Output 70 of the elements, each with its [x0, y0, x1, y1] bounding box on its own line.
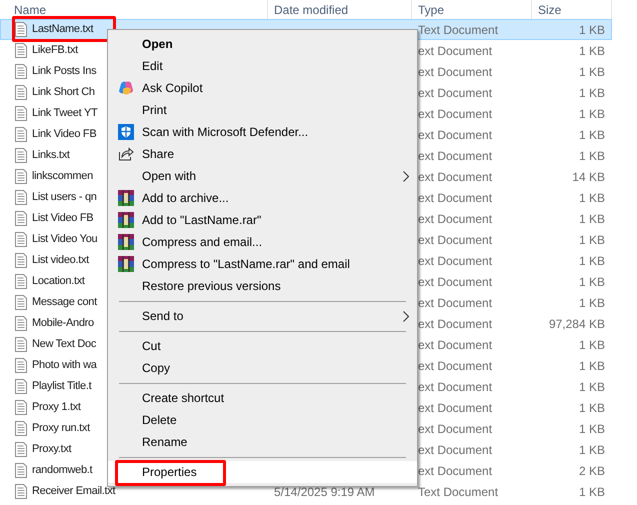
- file-name: Playlist Title.t: [32, 379, 92, 394]
- size-cell: 1 KB: [578, 400, 605, 414]
- type-cell: ext Document: [418, 380, 492, 394]
- file-name: Proxy 1.txt: [32, 400, 81, 416]
- type-cell: ext Document: [418, 64, 492, 78]
- size-cell: 97,284 KB: [548, 316, 605, 330]
- file-name: List Video FB: [32, 211, 94, 226]
- type-cell: ext Document: [418, 190, 492, 204]
- file-name: Link Video FB: [32, 127, 96, 142]
- file-name: Photo with wa: [32, 358, 97, 374]
- file-name: LikeFB.txt: [32, 43, 78, 58]
- type-cell: ext Document: [418, 254, 492, 268]
- size-cell: 14 KB: [572, 170, 605, 184]
- size-cell: 1 KB: [578, 64, 605, 78]
- file-name: Receiver Email.txt: [32, 484, 116, 500]
- file-name: New Text Doc: [32, 337, 96, 352]
- file-name: List users - qn: [32, 190, 97, 206]
- date-cell: 5/14/2025 9:19 AM: [274, 484, 375, 498]
- size-cell: 1 KB: [578, 442, 605, 456]
- type-cell: ext Document: [418, 86, 492, 100]
- type-cell: ext Document: [418, 422, 492, 436]
- file-name: List Video You: [32, 232, 98, 248]
- type-cell: ext Document: [418, 212, 492, 226]
- size-cell: 1 KB: [578, 274, 605, 288]
- file-name: Proxy.txt: [32, 442, 72, 458]
- size-cell: 1 KB: [578, 22, 605, 36]
- type-cell: ext Document: [418, 44, 492, 58]
- size-cell: 1 KB: [578, 190, 605, 204]
- file-name: List video.txt: [32, 253, 89, 268]
- size-cell: 1 KB: [578, 212, 605, 226]
- type-cell: ext Document: [418, 274, 492, 288]
- size-cell: 1 KB: [578, 86, 605, 100]
- size-cell: 1 KB: [578, 254, 605, 268]
- type-cell: ext Document: [418, 358, 492, 372]
- type-cell: ext Document: [418, 106, 492, 120]
- file-name: LastName.txt: [32, 22, 94, 38]
- size-cell: 1 KB: [578, 232, 605, 246]
- size-cell: 1 KB: [578, 338, 605, 352]
- type-cell: Text Document: [418, 484, 498, 498]
- size-cell: 1 KB: [578, 484, 605, 498]
- size-cell: 1 KB: [578, 422, 605, 436]
- size-cell: 1 KB: [578, 148, 605, 162]
- type-cell: ext Document: [418, 400, 492, 414]
- file-name: Mobile-Andro: [32, 316, 94, 332]
- type-cell: Text Document: [418, 22, 498, 36]
- file-name: randomweb.t: [32, 463, 92, 478]
- size-cell: 1 KB: [578, 106, 605, 120]
- type-cell: ext Document: [418, 128, 492, 142]
- file-name: Message cont: [32, 295, 97, 310]
- file-name: Proxy run.txt: [32, 421, 90, 436]
- file-name: Link Tweet YT: [32, 106, 98, 122]
- size-cell: 1 KB: [578, 128, 605, 142]
- type-cell: ext Document: [418, 170, 492, 184]
- size-cell: 1 KB: [578, 296, 605, 310]
- size-cell: 1 KB: [578, 358, 605, 372]
- type-cell: ext Document: [418, 316, 492, 330]
- size-cell: 1 KB: [578, 44, 605, 58]
- type-cell: ext Document: [418, 296, 492, 310]
- file-name: Link Posts Ins: [32, 64, 96, 80]
- file-name: linkscommen: [32, 169, 93, 184]
- type-cell: ext Document: [418, 148, 492, 162]
- type-cell: ext Document: [418, 338, 492, 352]
- type-cell: ext Document: [418, 442, 492, 456]
- file-name: Location.txt: [32, 274, 85, 290]
- type-cell: ext Document: [418, 464, 492, 478]
- file-name: Link Short Ch: [32, 85, 95, 100]
- type-cell: ext Document: [418, 232, 492, 246]
- size-cell: 1 KB: [578, 380, 605, 394]
- file-name: Links.txt: [32, 148, 70, 164]
- size-cell: 2 KB: [578, 464, 605, 478]
